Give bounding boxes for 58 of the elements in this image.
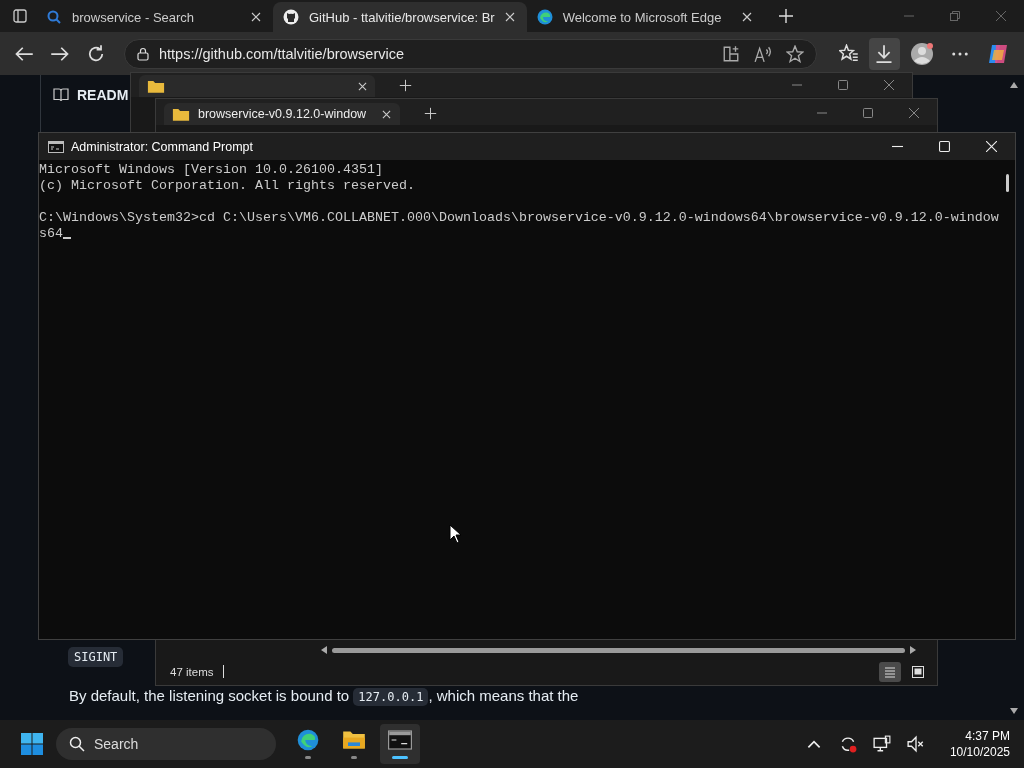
- read-aloud-icon[interactable]: [753, 44, 772, 63]
- tile-icon: [911, 664, 925, 679]
- item-count: 47 items: [170, 665, 214, 678]
- new-tab-icon[interactable]: [399, 79, 412, 92]
- muted-speaker-icon[interactable]: [906, 735, 925, 753]
- swirl-logo-icon: [296, 729, 320, 751]
- time: 4:37 PM: [965, 728, 1010, 744]
- address-bar[interactable]: https://github.com/ttalvitie/browservice: [124, 38, 817, 69]
- search-icon: [46, 9, 62, 25]
- new-tab-icon[interactable]: [777, 8, 794, 24]
- folder-icon: [342, 729, 366, 751]
- scroll-up-icon[interactable]: [1009, 81, 1019, 89]
- readme-tab[interactable]: READM: [41, 75, 129, 115]
- refresh-icon[interactable]: [86, 43, 106, 64]
- swirl-logo-icon: [536, 9, 553, 25]
- app-grid-icon[interactable]: [721, 44, 740, 63]
- scrollbar-thumb[interactable]: [332, 647, 905, 653]
- folder-icon: [172, 106, 190, 122]
- windows-start-icon[interactable]: [20, 732, 44, 756]
- book-icon: [53, 88, 69, 102]
- new-tab-icon[interactable]: [424, 107, 437, 120]
- console-icon: [48, 140, 64, 153]
- browser-tab[interactable]: GitHub - ttalvitie/browservice: Br: [273, 2, 527, 32]
- explorer-tab[interactable]: [139, 75, 375, 97]
- mouse-pointer-icon: [449, 524, 461, 544]
- scrollbar[interactable]: [1007, 81, 1021, 715]
- folder-icon: [147, 78, 165, 94]
- details-view-button[interactable]: [879, 661, 901, 682]
- scroll-down-icon[interactable]: [1009, 707, 1019, 715]
- paragraph: By default, the listening socket is bound to 127.0.0.1 , which means that the: [69, 687, 579, 704]
- explorer-tab[interactable]: browservice-v0.9.12.0-window: [164, 103, 400, 125]
- search-field[interactable]: Search: [56, 728, 276, 760]
- star-icon[interactable]: [785, 44, 804, 63]
- network-icon[interactable]: [872, 735, 891, 753]
- code-chip: SIGINT: [68, 647, 124, 667]
- list-icon: [883, 664, 897, 679]
- download-icon: [874, 43, 895, 64]
- profile-avatar-icon[interactable]: [910, 41, 934, 66]
- cat-logo-icon: [283, 9, 299, 25]
- clock[interactable]: 4:37 PM 10/10/2025: [949, 728, 1010, 760]
- lock-icon: [137, 46, 149, 61]
- search-icon: [69, 736, 85, 752]
- command-line: C:\Windows\System32>cd C:\Users\VM6.COLLABNET.000\Downloads\browservice-v0.9.12.0-windows64\browservice-v0.9.12.0-windows64: [39, 210, 999, 242]
- browser-tab[interactable]: Welcome to Microsoft Edge: [526, 2, 764, 32]
- date: 10/10/2025: [949, 744, 1010, 760]
- tab-actions-icon[interactable]: [12, 8, 28, 24]
- scroll-right-icon[interactable]: [909, 645, 917, 655]
- window-title: Administrator: Command Prompt: [71, 139, 253, 154]
- favorites-icon[interactable]: [838, 43, 859, 64]
- download-button[interactable]: [868, 37, 900, 70]
- console-line: Microsoft Windows [Version 10.0.26100.4351]: [39, 162, 383, 178]
- console-icon: [388, 729, 412, 751]
- scrollbar-thumb[interactable]: [1005, 174, 1009, 192]
- scroll-left-icon[interactable]: [320, 645, 328, 655]
- console-line: (c) Microsoft Corporation. All rights reserved.: [39, 178, 415, 194]
- restore-icon[interactable]: [950, 11, 960, 21]
- browser-tab[interactable]: browservice - Search: [36, 2, 273, 32]
- taskbar-app[interactable]: [380, 724, 420, 764]
